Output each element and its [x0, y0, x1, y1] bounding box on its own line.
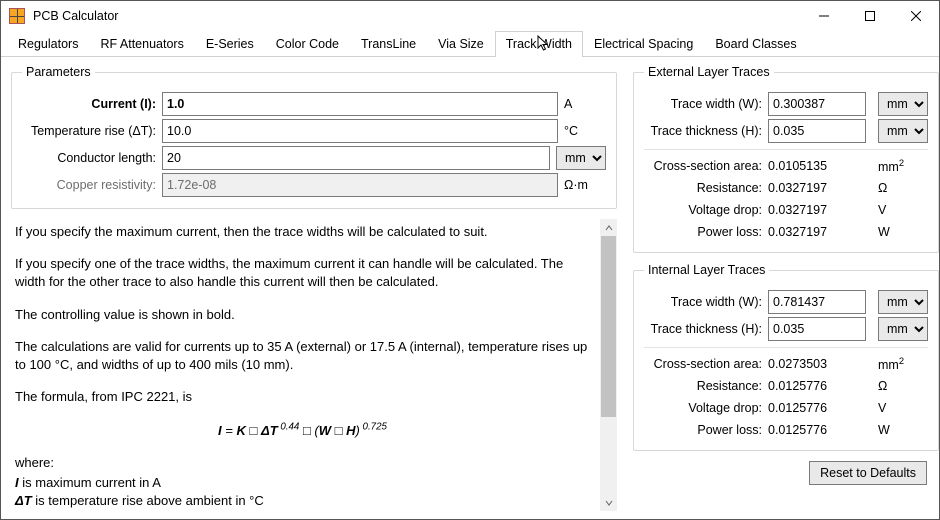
- int-v-value: 0.0125776: [768, 401, 866, 415]
- tab-track-width-label: Track Width: [506, 37, 572, 51]
- int-p-value: 0.0125776: [768, 423, 866, 437]
- parameters-group: Parameters Current (I): A Temperature ri…: [11, 65, 617, 209]
- separator: [644, 149, 928, 150]
- app-icon: [9, 8, 25, 24]
- description-scrollbar[interactable]: [600, 219, 617, 511]
- tab-track-width[interactable]: Track Width: [495, 31, 583, 57]
- reset-button[interactable]: Reset to Defaults: [809, 461, 927, 485]
- separator: [644, 347, 928, 348]
- int-h-unit-select[interactable]: mm: [878, 317, 928, 341]
- app-window: PCB Calculator Regulators RF Attenuators…: [0, 0, 940, 520]
- ext-h-input[interactable]: [768, 119, 866, 143]
- len-label: Conductor length:: [22, 151, 156, 165]
- int-w-input[interactable]: [768, 290, 866, 314]
- right-column: External Layer Traces Trace width (W): m…: [633, 65, 929, 511]
- rho-input: [162, 173, 558, 197]
- rho-label: Copper resistivity:: [22, 178, 156, 192]
- int-w-label: Trace width (W):: [644, 295, 762, 309]
- ext-r-label: Resistance:: [644, 181, 762, 195]
- ext-area-unit: mm2: [878, 158, 928, 174]
- scroll-up-icon[interactable]: [600, 219, 617, 236]
- maximize-button[interactable]: [847, 1, 893, 31]
- int-p-label: Power loss:: [644, 423, 762, 437]
- ext-h-unit-select[interactable]: mm: [878, 119, 928, 143]
- rho-unit: Ω·m: [564, 178, 606, 192]
- dt-unit: °C: [564, 124, 606, 138]
- left-column: Parameters Current (I): A Temperature ri…: [11, 65, 617, 511]
- ext-p-label: Power loss:: [644, 225, 762, 239]
- tab-electrical-spacing[interactable]: Electrical Spacing: [583, 31, 704, 57]
- ext-area-label: Cross-section area:: [644, 159, 762, 173]
- ext-w-label: Trace width (W):: [644, 97, 762, 111]
- scroll-thumb[interactable]: [601, 236, 616, 417]
- current-label: Current (I):: [22, 97, 156, 111]
- int-area-label: Cross-section area:: [644, 357, 762, 371]
- parameters-legend: Parameters: [22, 65, 95, 79]
- int-area-unit: mm2: [878, 356, 928, 372]
- ext-r-value: 0.0327197: [768, 181, 866, 195]
- scroll-down-icon[interactable]: [600, 494, 617, 511]
- dt-input[interactable]: [162, 119, 558, 143]
- external-traces-group: External Layer Traces Trace width (W): m…: [633, 65, 939, 253]
- internal-legend: Internal Layer Traces: [644, 263, 769, 277]
- int-w-unit-select[interactable]: mm: [878, 290, 928, 314]
- int-r-value: 0.0125776: [768, 379, 866, 393]
- int-h-label: Trace thickness (H):: [644, 322, 762, 336]
- ext-h-label: Trace thickness (H):: [644, 124, 762, 138]
- len-unit-select[interactable]: mm: [556, 146, 606, 170]
- description-text: If you specify the maximum current, then…: [11, 219, 600, 511]
- ext-w-input[interactable]: [768, 92, 866, 116]
- ext-v-unit: V: [878, 203, 928, 217]
- ext-v-label: Voltage drop:: [644, 203, 762, 217]
- int-v-unit: V: [878, 401, 928, 415]
- footer: Reset to Defaults: [633, 461, 929, 487]
- tab-transline[interactable]: TransLine: [350, 31, 427, 57]
- tab-bar: Regulators RF Attenuators E-Series Color…: [1, 31, 939, 57]
- scroll-track[interactable]: [600, 236, 617, 494]
- tab-e-series[interactable]: E-Series: [195, 31, 265, 57]
- tab-regulators[interactable]: Regulators: [7, 31, 89, 57]
- tab-via-size[interactable]: Via Size: [427, 31, 495, 57]
- current-unit: A: [564, 97, 606, 111]
- ext-p-unit: W: [878, 225, 928, 239]
- close-button[interactable]: [893, 1, 939, 31]
- internal-traces-group: Internal Layer Traces Trace width (W): m…: [633, 263, 939, 451]
- int-area-value: 0.0273503: [768, 357, 866, 371]
- int-r-label: Resistance:: [644, 379, 762, 393]
- int-h-input[interactable]: [768, 317, 866, 341]
- len-input[interactable]: [162, 146, 550, 170]
- current-input[interactable]: [162, 92, 558, 116]
- ext-area-value: 0.0105135: [768, 159, 866, 173]
- tab-color-code[interactable]: Color Code: [265, 31, 350, 57]
- title-bar: PCB Calculator: [1, 1, 939, 31]
- int-r-unit: Ω: [878, 379, 928, 393]
- window-title: PCB Calculator: [33, 9, 801, 23]
- ext-r-unit: Ω: [878, 181, 928, 195]
- minimize-button[interactable]: [801, 1, 847, 31]
- int-v-label: Voltage drop:: [644, 401, 762, 415]
- dt-label: Temperature rise (ΔT):: [22, 124, 156, 138]
- description-wrap: If you specify the maximum current, then…: [11, 219, 617, 511]
- ext-v-value: 0.0327197: [768, 203, 866, 217]
- int-p-unit: W: [878, 423, 928, 437]
- ext-w-unit-select[interactable]: mm: [878, 92, 928, 116]
- body: Parameters Current (I): A Temperature ri…: [1, 57, 939, 519]
- external-legend: External Layer Traces: [644, 65, 774, 79]
- tab-rf-attenuators[interactable]: RF Attenuators: [89, 31, 194, 57]
- tab-board-classes[interactable]: Board Classes: [704, 31, 807, 57]
- ext-p-value: 0.0327197: [768, 225, 866, 239]
